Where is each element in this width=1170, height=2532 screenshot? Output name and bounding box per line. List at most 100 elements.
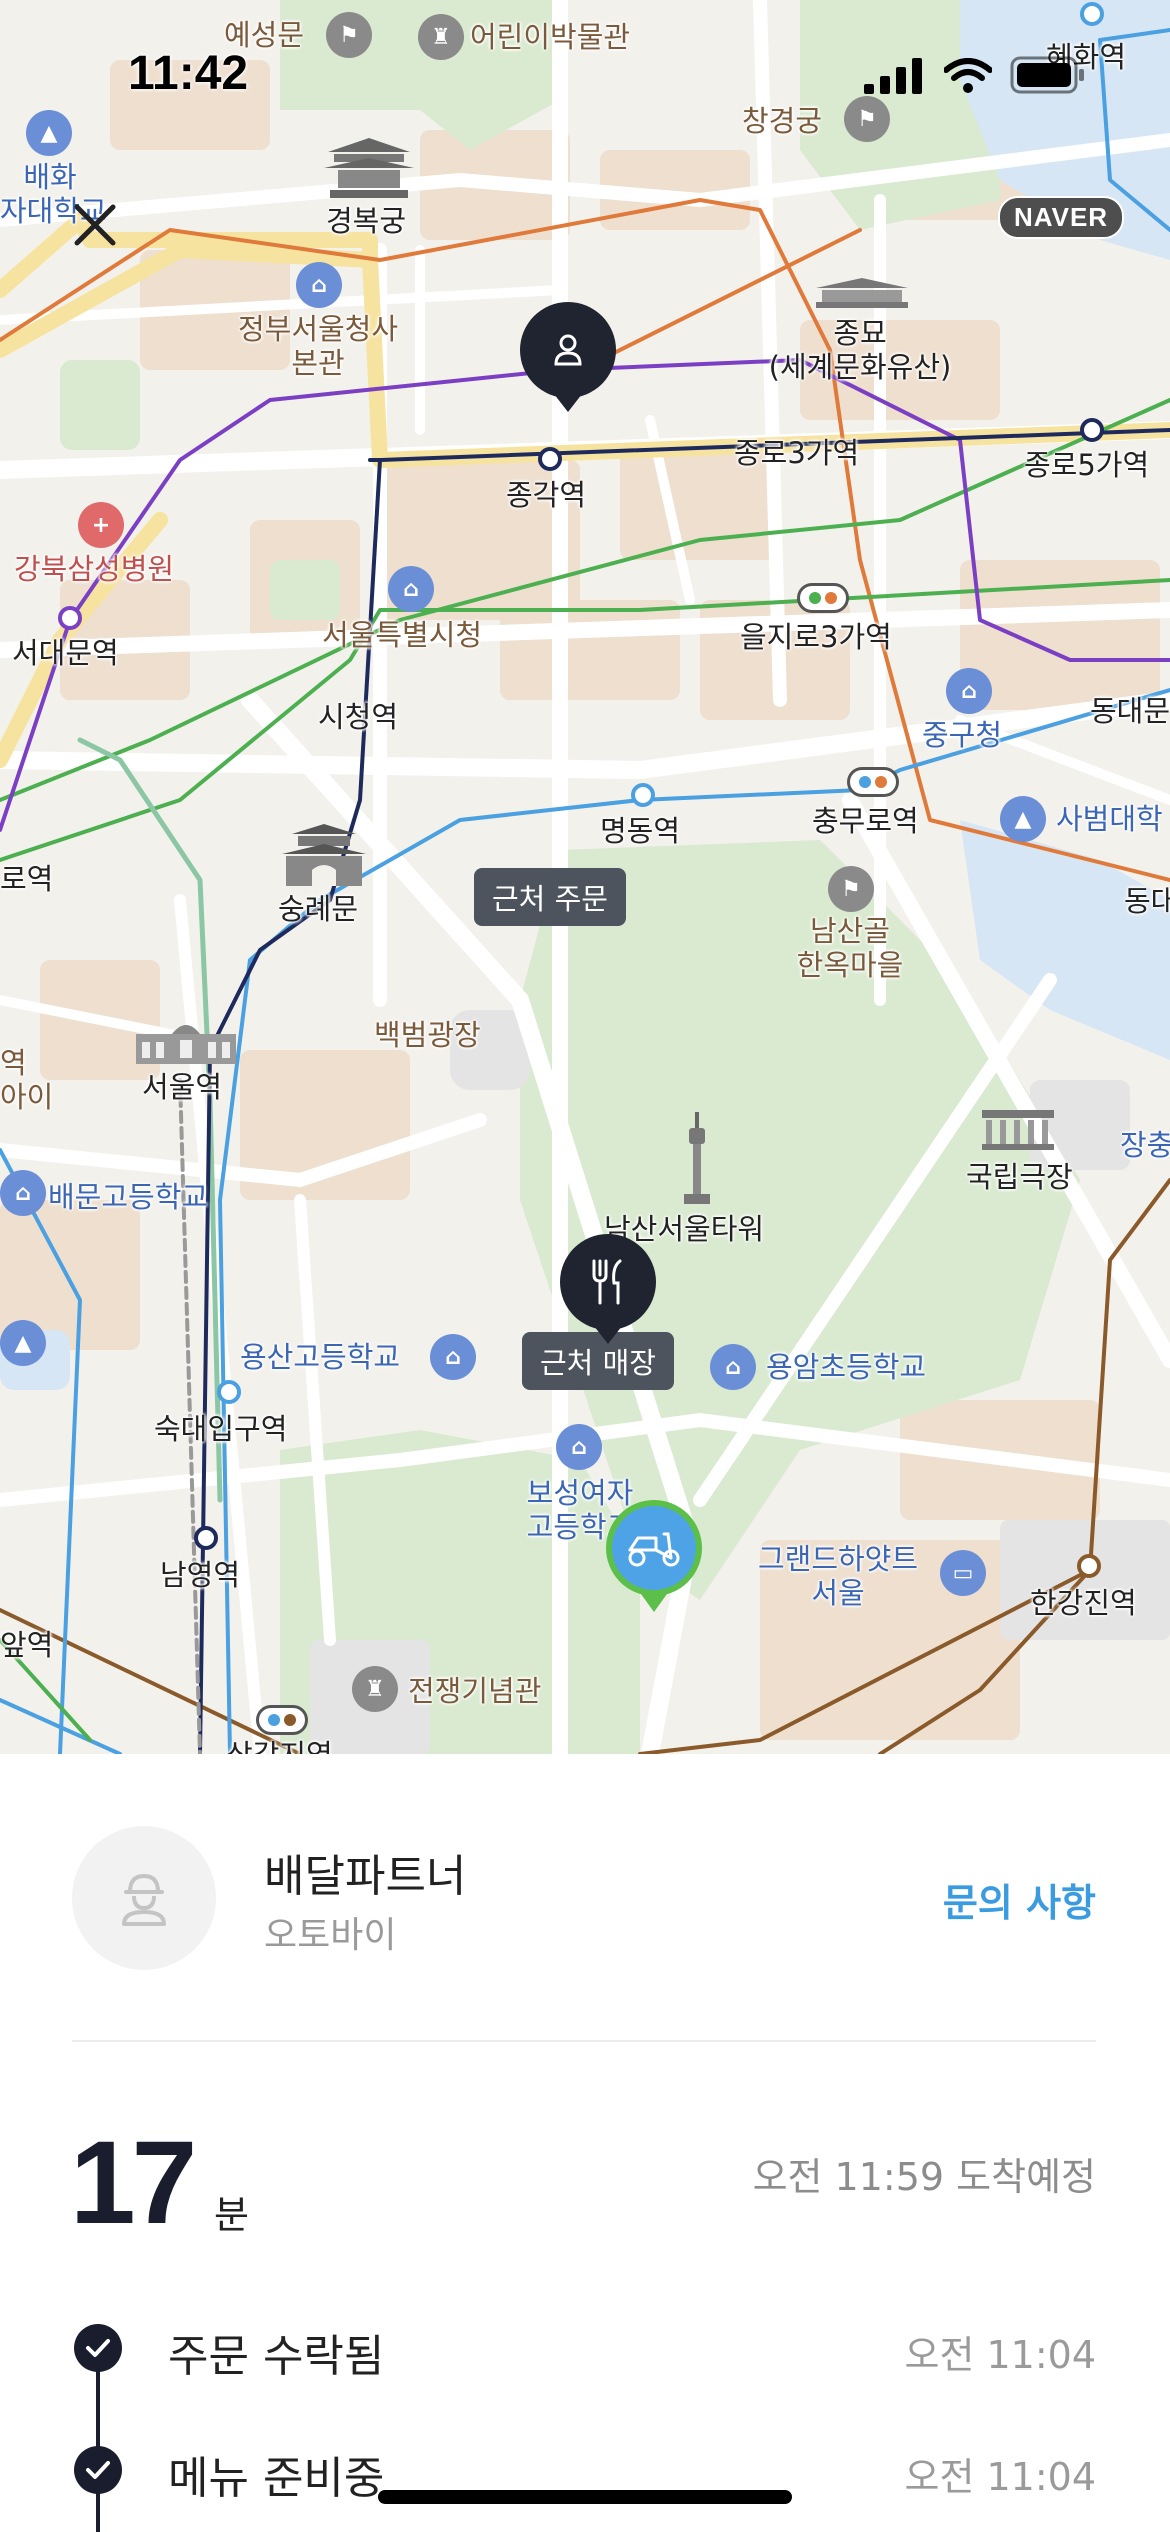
school-icon: ⌂ — [0, 1170, 46, 1216]
chungmuro-station-marker[interactable] — [847, 767, 899, 797]
school-icon: ▲ — [0, 1320, 46, 1366]
map-label: 종로3가역 — [734, 436, 860, 470]
station-building-icon — [136, 1025, 236, 1064]
museum-icon: ♜ — [418, 14, 464, 60]
namyeong-station-marker[interactable] — [194, 1526, 218, 1550]
map-label: 그랜드하얏트 서울 — [757, 1542, 919, 1610]
map-label: 서대문역 — [12, 636, 119, 670]
gate-icon — [282, 824, 366, 886]
map-label: 배문고등학교 — [48, 1180, 209, 1214]
home-indicator[interactable] — [378, 2490, 792, 2504]
map-label: 서울역 — [142, 1070, 223, 1104]
map-label: 용암초등학교 — [766, 1350, 927, 1384]
close-button[interactable] — [60, 190, 130, 260]
museum-icon: ♜ — [352, 1666, 398, 1712]
school-icon: ⌂ — [556, 1424, 602, 1470]
nearby-order-tag[interactable]: 근처 주문 — [474, 868, 626, 926]
map-label: 서울특별시청 — [322, 618, 483, 652]
delivery-status-sheet: 배달파트너 오토바이 문의 사항 17 분 오전 11:59 도착예정 주문 수… — [0, 1754, 1170, 2532]
status-time: 11:42 — [128, 47, 249, 100]
euljiro3-station-marker[interactable] — [797, 583, 849, 613]
divider — [72, 2040, 1096, 2042]
signal-icon — [864, 58, 922, 94]
map-label: 한강진역 — [1030, 1586, 1137, 1620]
sookmyung-station-marker[interactable] — [217, 1380, 241, 1404]
utensils-icon — [592, 1259, 622, 1305]
map-label: 을지로3가역 — [740, 620, 892, 654]
samgakji-station-marker[interactable] — [256, 1705, 308, 1735]
check-icon — [74, 2446, 122, 2494]
partner-name: 배달파트너 — [264, 1851, 467, 1902]
hangangjin-station-marker[interactable] — [1077, 1554, 1101, 1578]
seodaemun-station-marker[interactable] — [58, 606, 82, 630]
government-icon: ⌂ — [946, 668, 992, 714]
customer-location-pin[interactable] — [520, 302, 616, 398]
hotel-icon: ▭ — [940, 1550, 986, 1596]
map-label: 용산고등학교 — [240, 1340, 401, 1374]
school-icon: ▲ — [1000, 796, 1046, 842]
map-label: 남산골 한옥마을 — [796, 914, 904, 982]
theater-icon — [982, 1110, 1054, 1150]
store-location-pin[interactable] — [560, 1234, 656, 1330]
map-label: 중구청 — [922, 718, 1003, 752]
wifi-icon — [944, 58, 992, 93]
hospital-icon: + — [78, 502, 124, 548]
map-label: 충무로역 — [812, 804, 919, 838]
status-icons — [864, 56, 1086, 94]
naver-logo: NAVER — [998, 196, 1125, 239]
step-label: 주문 수락됨 — [168, 2331, 385, 2382]
government-icon: ⌂ — [296, 262, 342, 308]
check-icon — [74, 2324, 122, 2372]
timeline-step: 주문 수락됨 오전 11:04 — [0, 2310, 1170, 2382]
map-label: 삼각지역 — [226, 1738, 333, 1754]
map-label: 백범광장 — [374, 1018, 481, 1052]
hyehwa-station-marker[interactable] — [1080, 2, 1104, 26]
palace-icon — [324, 138, 414, 198]
map-label: 창경궁 — [742, 104, 823, 138]
map-label: 명동역 — [600, 814, 681, 848]
map-label: 장충 — [1120, 1128, 1170, 1162]
eta-unit: 분 — [214, 2193, 249, 2237]
avatar — [72, 1826, 216, 1970]
rider-avatar-icon — [122, 1874, 166, 1926]
map-label: 종각역 — [506, 478, 587, 512]
map-label: 숭례문 — [278, 892, 359, 926]
map-label: 로역 — [0, 862, 54, 896]
map-label: 앞역 — [0, 1628, 54, 1662]
school-icon: ⌂ — [430, 1334, 476, 1380]
step-label: 메뉴 준비중 — [168, 2453, 385, 2504]
map-label: 국립극장 — [966, 1160, 1073, 1194]
map-label: 시청역 — [318, 700, 399, 734]
school-icon: ⌂ — [710, 1344, 756, 1390]
shrine-icon — [816, 278, 908, 308]
flag-icon: ⚑ — [844, 96, 890, 142]
close-icon — [74, 204, 116, 246]
step-time: 오전 11:04 — [904, 2455, 1096, 2499]
scooter-icon — [628, 1532, 680, 1567]
inquiry-button[interactable]: 문의 사항 — [943, 1872, 1096, 1927]
map-label: 동대 — [1124, 884, 1170, 918]
map-label: 어린이박물관 — [470, 20, 631, 54]
battery-icon — [1010, 56, 1084, 94]
map-label: 동대문 — [1090, 694, 1170, 728]
eta-arrival-time: 오전 11:59 도착예정 — [752, 2155, 1096, 2199]
map-label: 숙대입구역 — [154, 1412, 288, 1446]
map-label: 남영역 — [160, 1558, 241, 1592]
map-label: 정부서울청사 본관 — [237, 312, 399, 380]
jonggak-station-marker[interactable] — [538, 447, 562, 471]
eta-minutes: 17 — [70, 2117, 197, 2249]
rider-location-pin[interactable] — [606, 1500, 702, 1596]
myeongdong-station-marker[interactable] — [631, 783, 655, 807]
map-view[interactable]: ⚑ ♜ ⚑ ▲ ⌂ + ⌂ ⌂ ▲ ⚑ ⌂ ▲ ⌂ ⌂ ⌂ ▭ ♜ 예성문 어린… — [0, 0, 1170, 1754]
map-label: 사범대학 — [1056, 802, 1163, 836]
person-icon — [554, 334, 582, 366]
partner-vehicle: 오토바이 — [264, 1915, 397, 1956]
flag-icon: ⚑ — [828, 866, 874, 912]
jongno5-station-marker[interactable] — [1080, 418, 1104, 442]
map-label: 역 아이 — [0, 1046, 54, 1114]
map-label: 경복궁 — [326, 204, 407, 238]
government-icon: ⌂ — [388, 566, 434, 612]
map-label: 전쟁기념관 — [408, 1674, 542, 1708]
map-label: 종로5가역 — [1024, 448, 1150, 482]
flag-icon: ⚑ — [326, 12, 372, 58]
